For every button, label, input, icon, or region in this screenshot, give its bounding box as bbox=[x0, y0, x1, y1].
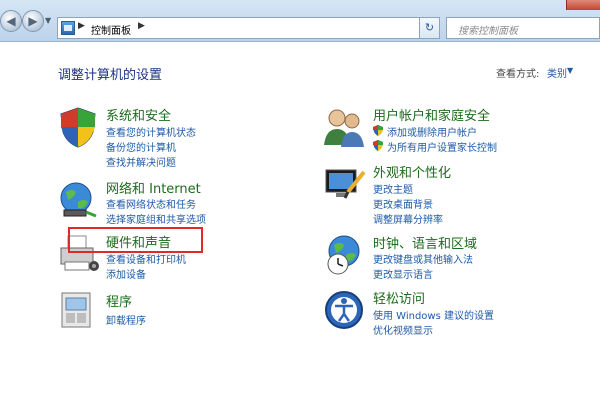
category-user-accounts[interactable]: 用户帐户和家庭安全 bbox=[373, 105, 490, 124]
link-add-device[interactable]: 添加设备 bbox=[106, 266, 146, 281]
users-icon[interactable] bbox=[322, 105, 366, 149]
link-uninstall-program[interactable]: 卸载程序 bbox=[106, 312, 146, 327]
category-system-security[interactable]: 系统和安全 bbox=[106, 105, 171, 124]
uac-shield-icon bbox=[373, 125, 383, 136]
globe-network-icon[interactable] bbox=[56, 178, 100, 222]
address-bar[interactable]: ▶ 控制面板 ▶ ▼ bbox=[57, 17, 440, 39]
forward-arrow-icon: ▶ bbox=[28, 14, 38, 28]
refresh-button[interactable]: ↻ bbox=[419, 17, 440, 39]
close-window-button[interactable] bbox=[566, 0, 600, 10]
back-arrow-icon: ◀ bbox=[6, 14, 16, 28]
navigation-bar: ◀ ▶ ▼ ▶ 控制面板 ▶ ▼ ↻ 搜索控制面板 bbox=[0, 0, 600, 42]
link-optimize-visual-display[interactable]: 优化视频显示 bbox=[373, 322, 433, 337]
link-network-status[interactable]: 查看网络状态和任务 bbox=[106, 196, 196, 211]
shield-icon[interactable] bbox=[56, 105, 100, 149]
link-view-computer-status[interactable]: 查看您的计算机状态 bbox=[106, 124, 196, 139]
link-devices-printers[interactable]: 查看设备和打印机 bbox=[106, 251, 186, 266]
view-by-label: 查看方式: bbox=[496, 69, 540, 80]
breadcrumb-control-panel[interactable]: 控制面板 bbox=[91, 22, 131, 37]
link-parental-controls[interactable]: 为所有用户设置家长控制 bbox=[387, 139, 497, 154]
view-by-selector[interactable]: 类别 bbox=[547, 65, 567, 80]
link-change-background[interactable]: 更改桌面背景 bbox=[373, 196, 433, 211]
forward-button[interactable]: ▶ bbox=[22, 10, 44, 32]
category-appearance[interactable]: 外观和个性化 bbox=[373, 162, 451, 181]
display-paint-icon[interactable] bbox=[322, 162, 366, 206]
chevron-right-icon[interactable]: ▶ bbox=[78, 21, 85, 31]
link-change-theme[interactable]: 更改主题 bbox=[373, 181, 413, 196]
category-network-internet[interactable]: 网络和 Internet bbox=[106, 178, 201, 197]
clock-globe-icon[interactable] bbox=[322, 233, 366, 277]
refresh-icon: ↻ bbox=[424, 21, 435, 34]
link-display-language[interactable]: 更改显示语言 bbox=[373, 266, 433, 281]
control-panel-icon bbox=[61, 21, 75, 35]
accessibility-icon[interactable] bbox=[322, 288, 366, 332]
category-programs[interactable]: 程序 bbox=[106, 291, 132, 310]
link-homegroup-sharing[interactable]: 选择家庭组和共享选项 bbox=[106, 211, 206, 226]
recent-pages-dropdown[interactable]: ▼ bbox=[45, 16, 51, 25]
search-input[interactable]: 搜索控制面板 bbox=[458, 22, 518, 37]
search-box[interactable]: 搜索控制面板 bbox=[446, 17, 600, 39]
link-backup-computer[interactable]: 备份您的计算机 bbox=[106, 139, 176, 154]
chevron-right-icon[interactable]: ▶ bbox=[138, 21, 145, 31]
link-screen-resolution[interactable]: 调整屏幕分辨率 bbox=[373, 211, 443, 226]
highlight-annotation bbox=[68, 227, 203, 253]
link-keyboard-input[interactable]: 更改键盘或其他输入法 bbox=[373, 251, 473, 266]
link-windows-suggested-settings[interactable]: 使用 Windows 建议的设置 bbox=[373, 307, 494, 322]
link-troubleshoot[interactable]: 查找并解决问题 bbox=[106, 154, 176, 169]
page-title: 调整计算机的设置 bbox=[58, 68, 163, 83]
category-ease-of-access[interactable]: 轻松访问 bbox=[373, 288, 425, 307]
back-button[interactable]: ◀ bbox=[0, 10, 22, 32]
category-clock-language-region[interactable]: 时钟、语言和区域 bbox=[373, 233, 477, 252]
programs-icon[interactable] bbox=[56, 289, 100, 333]
link-add-remove-accounts[interactable]: 添加或删除用户帐户 bbox=[387, 124, 477, 139]
uac-shield-icon bbox=[373, 140, 383, 151]
chevron-down-icon[interactable]: ▼ bbox=[567, 66, 573, 75]
